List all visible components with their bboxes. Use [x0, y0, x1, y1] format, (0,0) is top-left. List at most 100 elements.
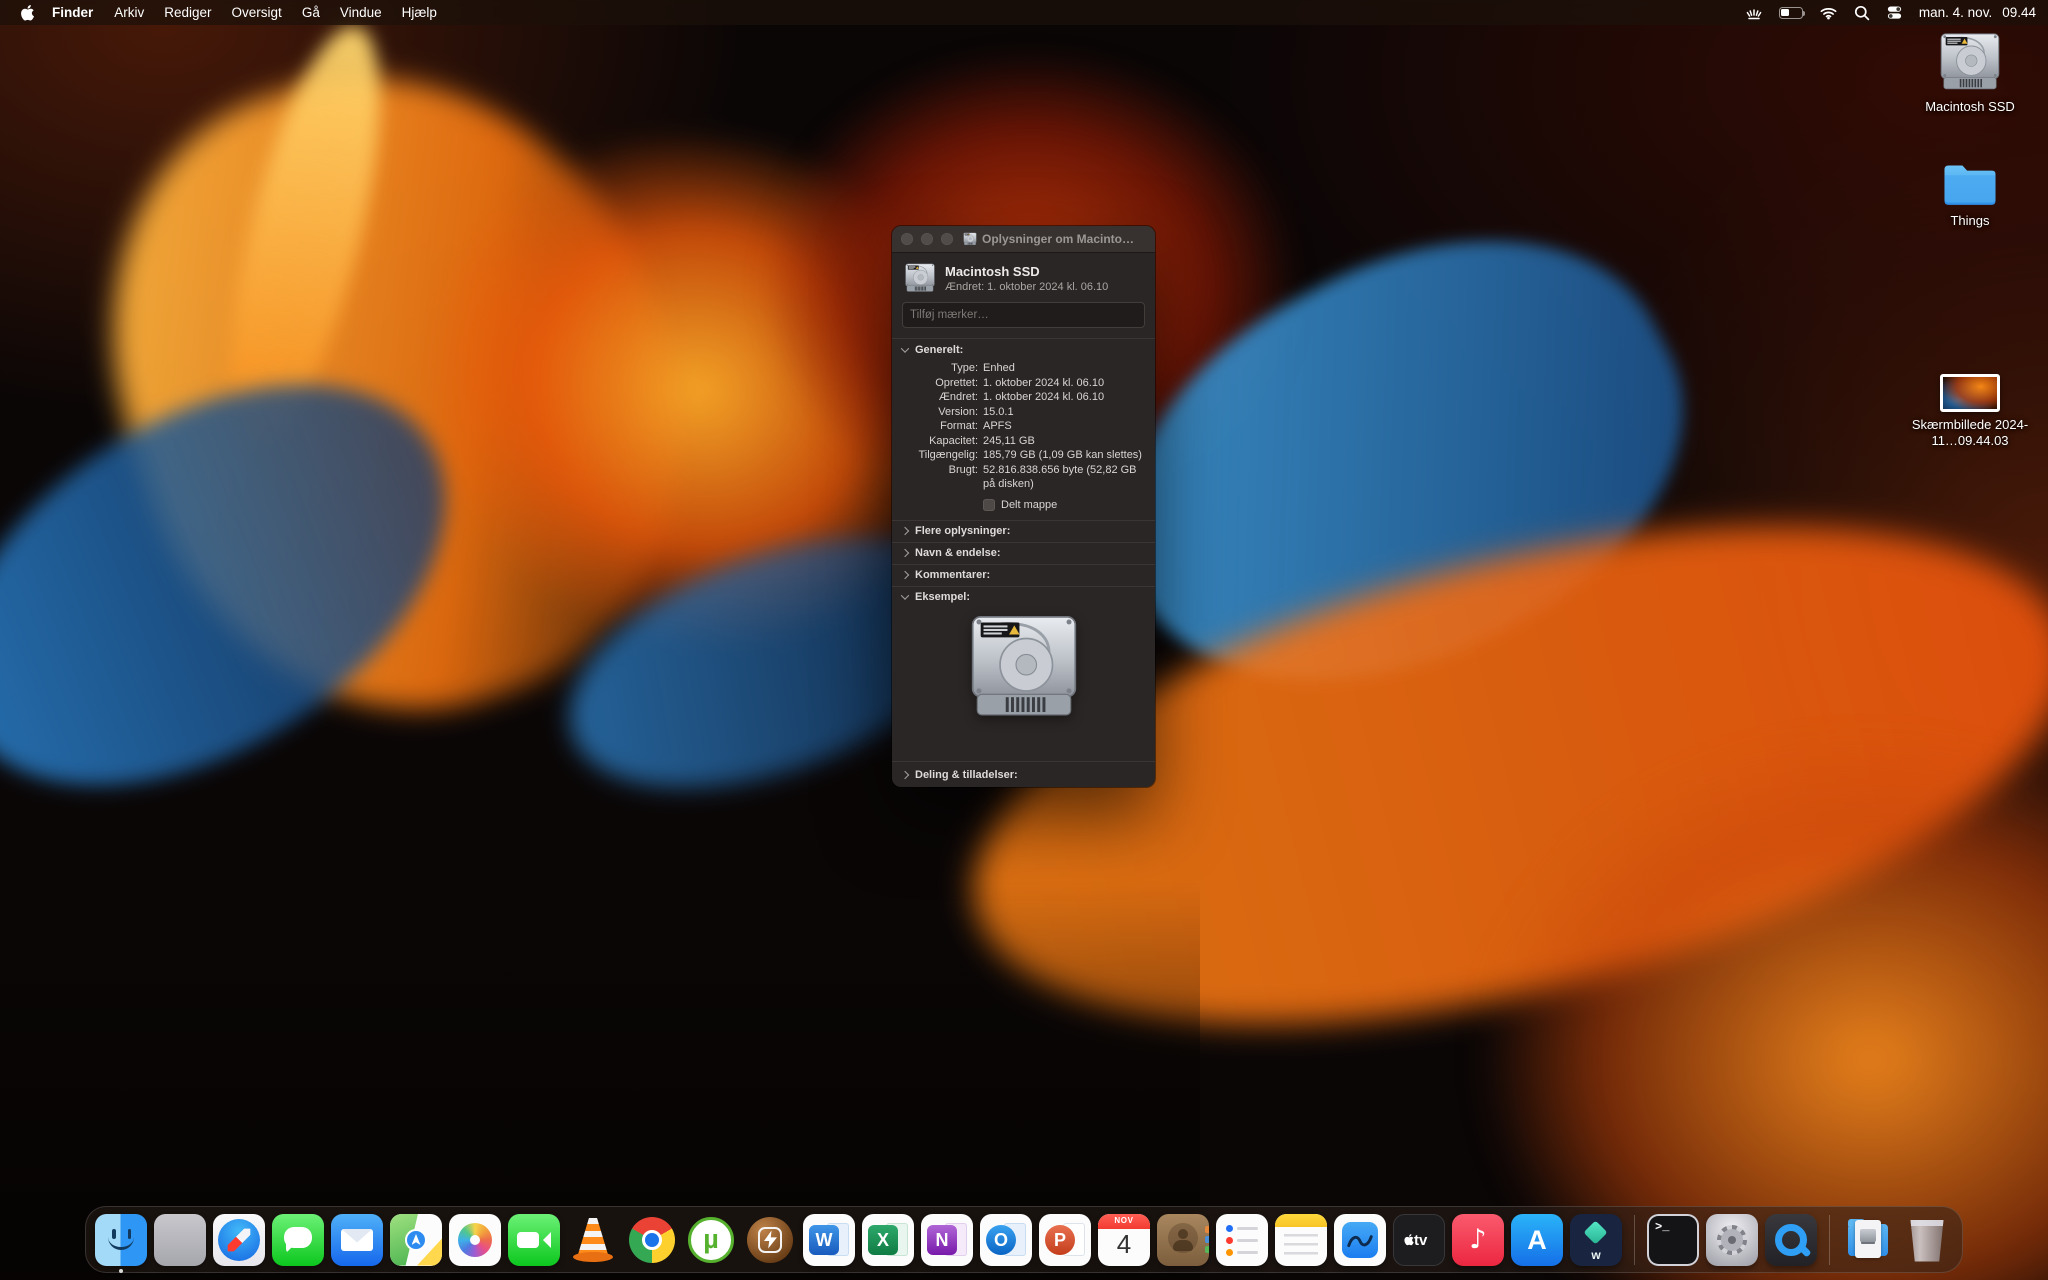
- menu-item-hjaelp[interactable]: Hjælp: [392, 0, 447, 25]
- dock-separator: [1829, 1214, 1830, 1265]
- info-row: Ændret: 1. oktober 2024 kl. 06.10: [938, 391, 1105, 403]
- running-indicator: [119, 1268, 123, 1273]
- reminders-icon[interactable]: [1216, 1213, 1268, 1266]
- menu-item-finder[interactable]: Finder: [41, 0, 104, 25]
- info-row: Kapacitet: 245,11 GB: [929, 434, 1035, 447]
- word-icon[interactable]: W: [803, 1213, 855, 1266]
- terminal-icon[interactable]: >_: [1647, 1213, 1699, 1266]
- battery-level: [1781, 9, 1790, 16]
- minimize-button[interactable]: [921, 233, 933, 245]
- icon-glyph: P: [1053, 1229, 1066, 1250]
- icon-glyph: ♪: [1469, 1223, 1487, 1255]
- info-row: Oprettet: 1. oktober 2024 kl. 06.10: [935, 376, 1105, 389]
- control-center-icon[interactable]: [1886, 4, 1903, 21]
- icon-glyph: N: [935, 1229, 949, 1250]
- calendar-month: NOV: [1114, 1216, 1134, 1225]
- hard-drive-icon: [967, 610, 1081, 724]
- lightning-app-icon[interactable]: [744, 1214, 796, 1266]
- info-row: Type: Enhed: [951, 362, 1015, 374]
- hard-drive-icon: [963, 232, 977, 246]
- desktop-icon-label: Things: [1950, 213, 1990, 228]
- name-extension-section-header[interactable]: Navn & endelse:: [892, 543, 1155, 564]
- wallpaper-swirl: [1480, 740, 2048, 1280]
- wifi-icon[interactable]: [1819, 5, 1838, 20]
- general-section-header[interactable]: Generelt:: [900, 339, 1145, 361]
- excel-icon[interactable]: X: [862, 1213, 914, 1266]
- icon-glyph: X: [876, 1229, 889, 1250]
- messages-icon[interactable]: [272, 1213, 324, 1266]
- chevron-right-icon: [900, 770, 910, 779]
- menu-bar-clock[interactable]: man. 4. nov. 09.44: [1919, 5, 2036, 20]
- quicktime-icon[interactable]: [1765, 1213, 1817, 1266]
- apple-menu-icon[interactable]: [20, 4, 35, 21]
- menu-item-arkiv[interactable]: Arkiv: [104, 0, 154, 25]
- powerpoint-icon[interactable]: P: [1039, 1213, 1091, 1266]
- info-row: Tilgængelig: 185,79 GB (1,09 GB kan slett…: [918, 449, 1142, 461]
- music-icon[interactable]: ♪: [1452, 1213, 1504, 1266]
- system-settings-icon[interactable]: [1706, 1213, 1758, 1266]
- utorrent-icon[interactable]: µ: [685, 1214, 737, 1266]
- icon-glyph: O: [993, 1229, 1008, 1250]
- outlook-icon[interactable]: O: [980, 1213, 1032, 1266]
- maps-icon[interactable]: [390, 1213, 442, 1266]
- vlc-icon[interactable]: [567, 1214, 619, 1266]
- comments-section-header[interactable]: Kommentarer:: [892, 565, 1155, 586]
- app-store-icon[interactable]: A: [1511, 1213, 1563, 1266]
- finder-icon[interactable]: [95, 1213, 147, 1273]
- onenote-icon[interactable]: N: [921, 1213, 973, 1266]
- menu-bar: Finder Arkiv Rediger Oversigt Gå Vindue …: [0, 0, 2048, 25]
- sharing-permissions-section-header[interactable]: Deling & tilladelser:: [892, 762, 1155, 787]
- facetime-icon[interactable]: [508, 1213, 560, 1266]
- dock-separator: [1634, 1214, 1635, 1265]
- chevron-right-icon: [900, 570, 910, 580]
- menu-item-oversigt[interactable]: Oversigt: [222, 0, 292, 25]
- icon-glyph: >_: [1655, 1219, 1670, 1234]
- chrome-icon[interactable]: [626, 1214, 678, 1266]
- desktop-icon-screenshot[interactable]: Skærmbillede 2024-11…09.44.03: [1906, 374, 2034, 448]
- apple-tv-icon[interactable]: tv: [1393, 1213, 1445, 1266]
- window-title: Oplysninger om Macinto…: [952, 232, 1145, 246]
- more-info-section-header[interactable]: Flere oplysninger:: [892, 521, 1155, 542]
- battery-icon[interactable]: [1778, 6, 1806, 19]
- clock-time: 09.44: [2002, 5, 2036, 20]
- documents-stack-icon[interactable]: [1842, 1214, 1894, 1266]
- chevron-right-icon: [900, 548, 910, 558]
- menu-item-vindue[interactable]: Vindue: [330, 0, 392, 25]
- get-info-window: Oplysninger om Macinto… Macintosh SSD Æn…: [892, 226, 1155, 787]
- calendar-icon[interactable]: NOV 4: [1098, 1213, 1150, 1266]
- menu-item-rediger[interactable]: Rediger: [154, 0, 221, 25]
- icon-glyph: tv: [1414, 1231, 1428, 1249]
- clock-date: man. 4. nov.: [1918, 5, 1993, 20]
- hard-drive-icon: [904, 262, 936, 294]
- mail-icon[interactable]: [331, 1213, 383, 1266]
- window-bottom: Deling & tilladelser:: [892, 761, 1155, 787]
- desktop-icon-label: Macintosh SSD: [1925, 99, 2015, 114]
- contacts-icon[interactable]: [1157, 1213, 1209, 1266]
- close-button[interactable]: [901, 233, 913, 245]
- launchpad-icon[interactable]: [154, 1213, 206, 1266]
- dock: µ W X N O P NOV 4 tv ♪ Aw >_: [85, 1206, 1963, 1273]
- trash-icon[interactable]: [1901, 1214, 1953, 1266]
- menu-bar-status: man. 4. nov. 09.44: [1745, 4, 2048, 21]
- notes-icon[interactable]: [1275, 1213, 1327, 1266]
- calendar-day: 4: [1116, 1228, 1132, 1259]
- window-titlebar[interactable]: Oplysninger om Macinto…: [892, 226, 1155, 253]
- freeform-icon[interactable]: [1334, 1213, 1386, 1266]
- search-icon[interactable]: [1854, 5, 1870, 21]
- safari-icon[interactable]: [213, 1213, 265, 1266]
- icon-glyph: w: [1591, 1247, 1601, 1262]
- info-header: Macintosh SSD Ændret: 1. oktober 2024 kl…: [892, 253, 1155, 301]
- desktop-icon-macintosh-ssd[interactable]: Macintosh SSD: [1906, 30, 2034, 115]
- chevron-down-icon: [900, 344, 910, 353]
- keyboard-brightness-icon[interactable]: [1745, 6, 1763, 20]
- tags-input[interactable]: [902, 302, 1145, 328]
- preview-section-header[interactable]: Eksempel:: [892, 587, 1155, 608]
- desktop-icon-things-folder[interactable]: Things: [1906, 160, 2034, 229]
- volume-modified: Ændret: 1. oktober 2024 kl. 06.10: [945, 280, 1109, 293]
- general-section: Generelt: Type: Enhed Oprettet: 1. oktober…: [892, 339, 1155, 520]
- photos-icon[interactable]: [449, 1213, 501, 1266]
- menu-item-gaa[interactable]: Gå: [292, 0, 330, 25]
- shared-folder-checkbox[interactable]: [983, 498, 995, 511]
- filmora-icon[interactable]: w: [1570, 1213, 1622, 1266]
- icon-glyph: A: [1527, 1224, 1547, 1255]
